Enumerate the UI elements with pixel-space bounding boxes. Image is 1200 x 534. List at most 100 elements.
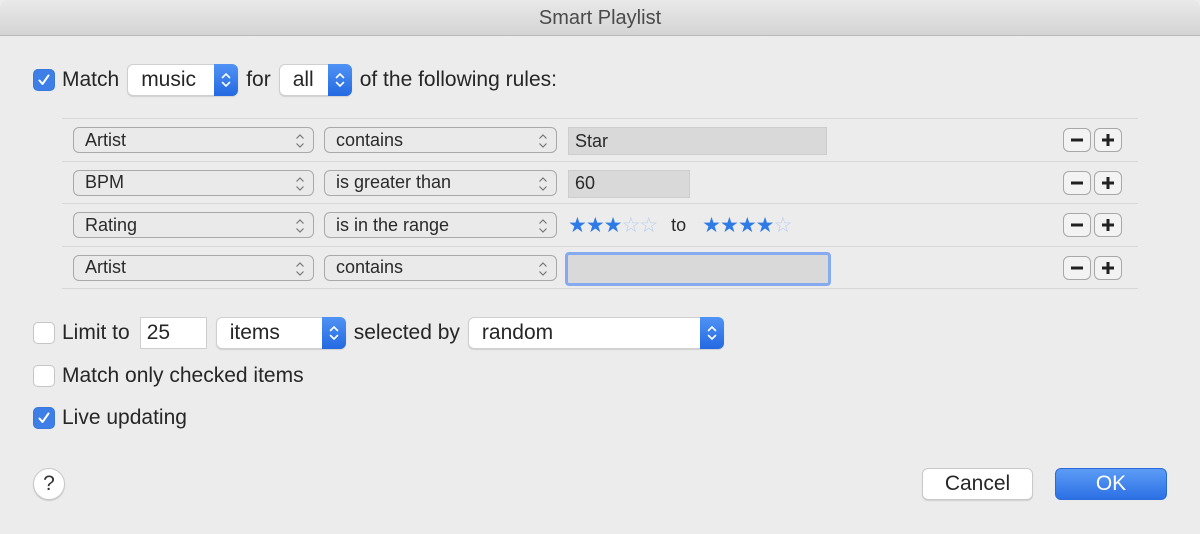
rule-buttons	[1063, 255, 1122, 280]
rating-from-stars[interactable]: ★★★☆☆	[568, 213, 658, 238]
window-title: Smart Playlist	[538, 7, 662, 29]
remove-rule-button[interactable]	[1063, 128, 1091, 152]
updown-chevron-icon	[296, 261, 304, 276]
rule-value-input[interactable]: Star	[568, 127, 827, 155]
limit-unit-popup[interactable]: items	[215, 317, 346, 349]
ok-button[interactable]: OK	[1055, 468, 1167, 500]
match-checked-label: Match only checked items	[62, 364, 304, 387]
rules-suffix-label: of the following rules:	[359, 68, 557, 91]
updown-chevron-icon	[327, 64, 352, 96]
remove-rule-button[interactable]	[1063, 255, 1091, 280]
rule-row: Artist contains Star	[62, 119, 1138, 162]
minus-icon	[1071, 266, 1083, 269]
quantifier-value: all	[292, 68, 314, 91]
rule-operator-popup[interactable]: is in the range	[324, 212, 557, 238]
updown-chevron-icon	[321, 317, 346, 349]
rule-field-value: Artist	[85, 129, 127, 150]
rules-list: Artist contains Star BPM is greater than…	[62, 118, 1138, 289]
limit-checkbox[interactable]	[33, 322, 55, 344]
rule-operator-value: contains	[336, 129, 404, 150]
checkmark-icon	[38, 412, 50, 423]
rule-operator-popup[interactable]: is greater than	[324, 169, 557, 196]
rule-buttons	[1063, 213, 1122, 237]
match-checked-row: Match only checked items	[33, 364, 304, 388]
rule-operator-popup[interactable]: contains	[324, 254, 557, 281]
rule-operator-value: is in the range	[336, 214, 450, 235]
limit-label: Limit to	[62, 321, 130, 344]
media-type-value: music	[141, 68, 197, 91]
updown-chevron-icon	[539, 219, 547, 233]
rule-field-value: Rating	[85, 214, 138, 235]
cancel-button[interactable]: Cancel	[922, 468, 1033, 500]
rule-operator-value: is greater than	[336, 172, 452, 192]
question-mark-icon: ?	[43, 472, 55, 495]
updown-chevron-icon	[296, 134, 304, 148]
rule-field-popup[interactable]: Artist	[73, 254, 314, 281]
rule-operator-popup[interactable]: contains	[324, 127, 557, 153]
for-label: for	[246, 68, 271, 91]
minus-icon	[1071, 138, 1083, 142]
remove-rule-button[interactable]	[1063, 213, 1091, 237]
remove-rule-button[interactable]	[1063, 170, 1091, 195]
rule-value-input[interactable]	[565, 251, 831, 286]
selected-by-label: selected by	[353, 321, 460, 344]
match-checked-checkbox[interactable]	[33, 365, 55, 387]
quantifier-popup[interactable]: all	[278, 64, 352, 96]
plus-icon	[1102, 219, 1114, 231]
live-updating-checkbox[interactable]	[33, 407, 55, 429]
star-filled-icon[interactable]: ★	[720, 214, 739, 237]
rule-buttons	[1063, 170, 1122, 195]
match-row: Match music for all of the following rul…	[33, 64, 557, 96]
live-updating-label: Live updating	[62, 406, 187, 429]
match-checkbox[interactable]	[33, 69, 55, 91]
add-rule-button[interactable]	[1094, 128, 1122, 152]
media-type-popup[interactable]: music	[127, 64, 239, 96]
rule-row: Rating is in the range ★★★☆☆ to ★★★★☆	[62, 204, 1138, 247]
updown-chevron-icon	[539, 134, 547, 148]
minus-icon	[1071, 181, 1083, 184]
star-empty-icon[interactable]: ☆	[639, 214, 658, 237]
checkmark-icon	[38, 74, 50, 85]
live-updating-row: Live updating	[33, 406, 187, 430]
help-button[interactable]: ?	[33, 468, 65, 500]
updown-chevron-icon	[699, 317, 724, 349]
add-rule-button[interactable]	[1094, 255, 1122, 280]
plus-icon	[1102, 261, 1114, 274]
updown-chevron-icon	[214, 64, 239, 96]
star-empty-icon[interactable]: ☆	[773, 214, 792, 237]
rating-range: ★★★☆☆ to ★★★★☆	[568, 213, 792, 238]
selected-by-value: random	[481, 321, 554, 344]
range-to-label: to	[671, 215, 687, 235]
updown-chevron-icon	[296, 176, 304, 191]
updown-chevron-icon	[539, 176, 547, 191]
star-filled-icon[interactable]: ★	[738, 214, 757, 237]
rule-field-popup[interactable]: BPM	[73, 169, 314, 196]
match-label: Match	[62, 68, 120, 91]
plus-icon	[1102, 134, 1114, 146]
rule-field-popup[interactable]: Artist	[73, 127, 314, 153]
rule-field-value: Artist	[85, 257, 127, 277]
star-filled-icon[interactable]: ★	[702, 214, 721, 237]
star-filled-icon[interactable]: ★	[586, 214, 605, 237]
star-filled-icon[interactable]: ★	[568, 214, 587, 237]
rule-row: Artist contains	[62, 247, 1138, 289]
updown-chevron-icon	[539, 261, 547, 276]
rule-field-popup[interactable]: Rating	[73, 212, 314, 238]
limit-row: Limit to 25 items selected by random	[33, 317, 724, 349]
star-filled-icon[interactable]: ★	[604, 214, 623, 237]
selected-by-popup[interactable]: random	[467, 317, 724, 349]
rule-value-input[interactable]: 60	[568, 169, 690, 198]
limit-amount-input[interactable]: 25	[139, 317, 207, 349]
add-rule-button[interactable]	[1094, 213, 1122, 237]
add-rule-button[interactable]	[1094, 170, 1122, 195]
plus-icon	[1102, 176, 1114, 189]
star-empty-icon[interactable]: ☆	[621, 214, 640, 237]
limit-unit-value: items	[229, 321, 280, 344]
window-title-bar: Smart Playlist	[0, 0, 1200, 36]
rule-operator-value: contains	[336, 257, 404, 277]
star-filled-icon[interactable]: ★	[756, 214, 775, 237]
rating-to-stars[interactable]: ★★★★☆	[702, 213, 792, 238]
rule-buttons	[1063, 128, 1122, 152]
minus-icon	[1071, 223, 1083, 227]
rule-field-value: BPM	[85, 172, 125, 192]
